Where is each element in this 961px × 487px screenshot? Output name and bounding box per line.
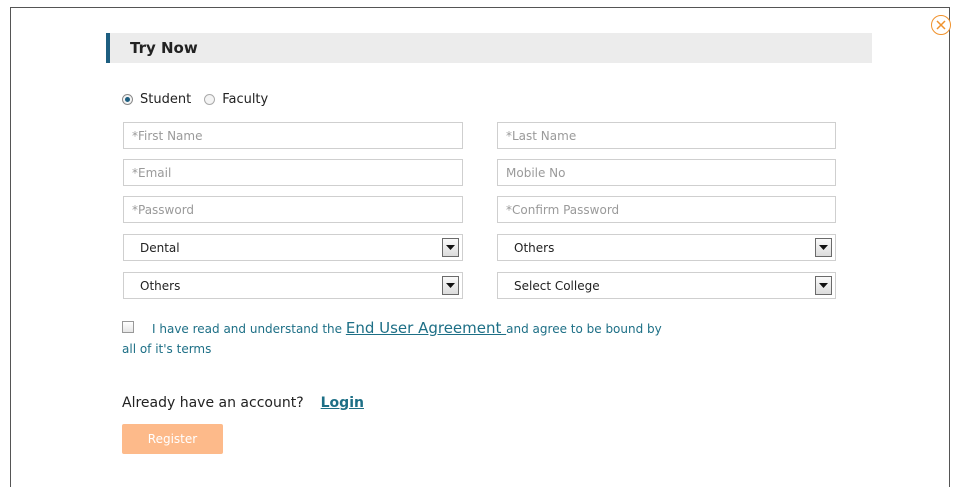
dropdown-arrow-icon[interactable] [442,238,459,257]
university-select[interactable]: Others [123,272,463,299]
faculty-radio[interactable] [204,93,216,105]
agreement-text: I have read and understand the End User … [122,319,842,359]
last-name-input[interactable] [497,122,836,149]
state-select[interactable]: Others [497,234,836,261]
agreement-row: I have read and understand the End User … [122,318,842,359]
login-link[interactable]: Login [321,395,364,411]
course-select[interactable]: Dental [123,234,463,261]
modal-header: Try Now [106,33,872,63]
user-type-radio-group: Student Faculty [122,90,281,108]
close-button[interactable] [931,15,951,35]
faculty-radio-label[interactable]: Faculty [222,92,268,107]
agreement-text-after: and agree to be bound by [506,322,662,336]
end-user-agreement-link[interactable]: End User Agreement [346,319,506,337]
dropdown-arrow-icon[interactable] [442,276,459,295]
already-account-text: Already have an account? [122,395,304,411]
mobile-input[interactable] [497,159,836,186]
student-radio[interactable] [122,93,133,105]
close-icon [936,20,946,30]
state-select-value: Others [514,240,555,255]
agreement-text-before: I have read and understand the [152,322,346,336]
email-input[interactable] [123,159,463,186]
register-button[interactable]: Register [122,424,223,454]
agreement-text-line2: all of it's terms [122,342,212,356]
confirm-password-input[interactable] [497,196,836,223]
modal-title: Try Now [130,39,198,57]
dropdown-arrow-icon[interactable] [815,276,832,295]
college-select-value: Select College [514,278,600,293]
password-input[interactable] [123,196,463,223]
student-radio-label[interactable]: Student [140,92,191,107]
login-prompt-row: Already have an account? Login [122,395,364,411]
college-select[interactable]: Select College [497,272,836,299]
first-name-input[interactable] [123,122,463,149]
course-select-value: Dental [140,240,180,255]
university-select-value: Others [140,278,181,293]
agreement-checkbox[interactable] [122,321,134,333]
dropdown-arrow-icon[interactable] [815,238,832,257]
